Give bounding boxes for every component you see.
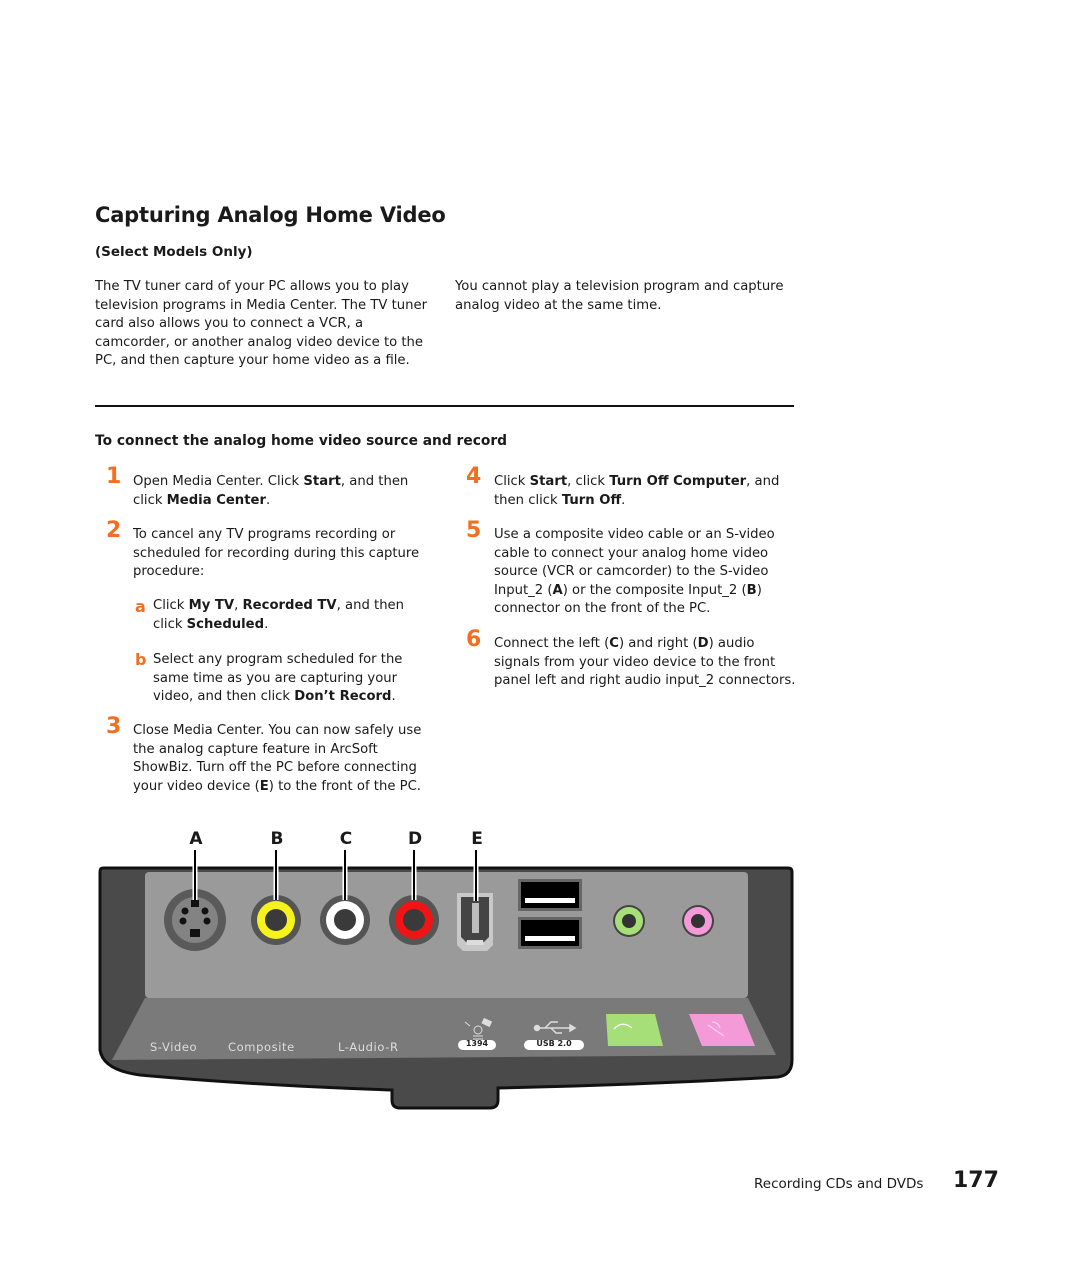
footer-chapter: Recording CDs and DVDs: [754, 1176, 924, 1192]
label-1394: 1394: [465, 1039, 489, 1048]
panel-face: [145, 872, 748, 998]
audio-left-port: [320, 895, 370, 945]
panel-label-strip: [112, 998, 776, 1060]
label-s-video: S-Video: [150, 1040, 198, 1054]
front-panel-illustration: [98, 850, 794, 1110]
composite-video-port: [251, 895, 301, 945]
usb-port-bottom: [518, 917, 582, 949]
microphone-jack: [682, 905, 714, 937]
headphone-label-swatch: [606, 1014, 663, 1046]
audio-right-port: [389, 895, 439, 945]
usb-port-top: [518, 879, 582, 911]
firewire-port: [457, 893, 493, 951]
label-audio: L-Audio-R: [338, 1040, 399, 1054]
page-number: 177: [953, 1168, 999, 1193]
headphone-jack: [613, 905, 645, 937]
label-composite: Composite: [228, 1040, 295, 1054]
label-usb: USB 2.0: [536, 1039, 572, 1048]
